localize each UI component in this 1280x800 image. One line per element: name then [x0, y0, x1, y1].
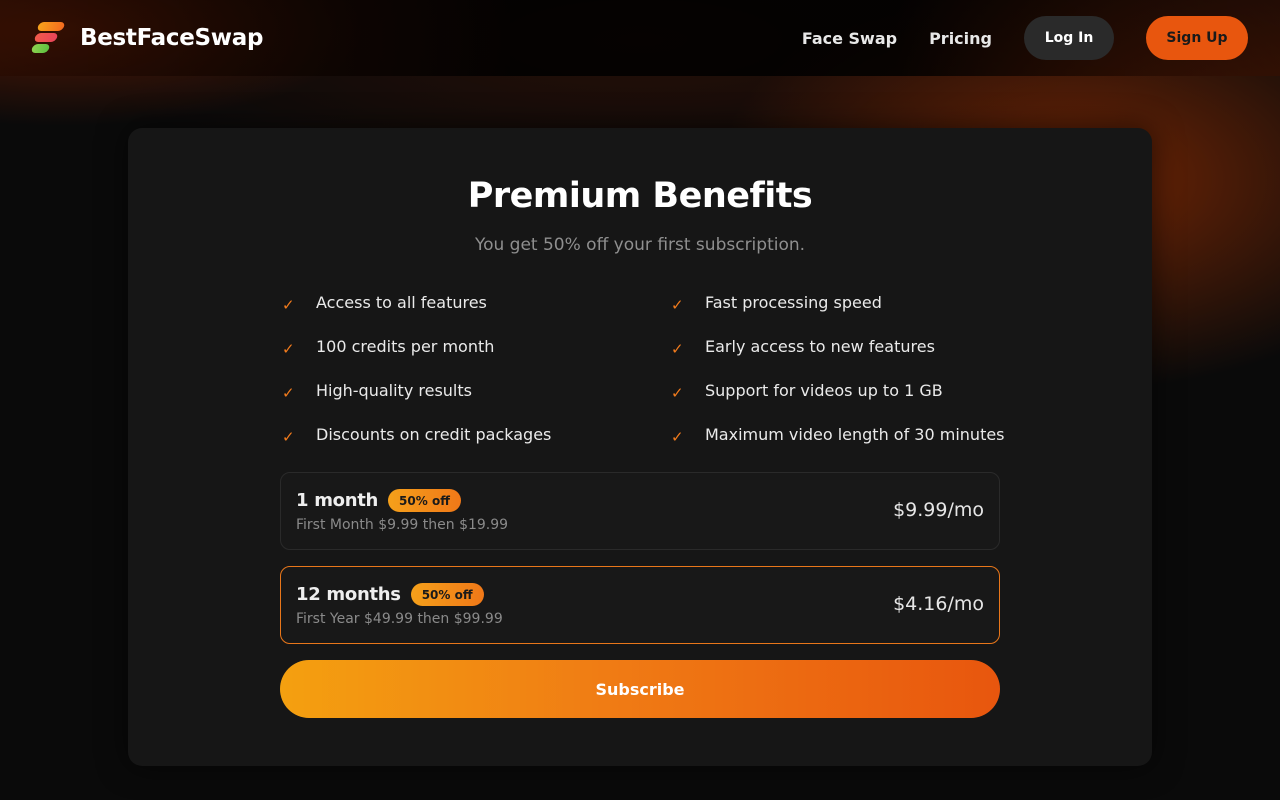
- benefit-item: ✓ Access to all features: [280, 280, 669, 324]
- benefit-text: 100 credits per month: [316, 336, 495, 356]
- plan-price: $9.99/mo: [893, 499, 984, 521]
- plan-name: 1 month: [296, 490, 379, 511]
- discount-badge: 50% off: [388, 489, 461, 512]
- plan-name-row: 1 month 50% off: [296, 489, 461, 512]
- plan-price: $4.16/mo: [893, 593, 984, 615]
- plan-option-12-months[interactable]: 12 months 50% off First Year $49.99 then…: [280, 566, 1000, 644]
- benefit-text: Early access to new features: [705, 336, 935, 356]
- check-icon: ✓: [671, 340, 684, 358]
- card-title: Premium Benefits: [467, 176, 813, 216]
- benefit-item: ✓ Discounts on credit packages: [280, 412, 669, 456]
- subscribe-button[interactable]: Subscribe: [280, 660, 1000, 718]
- nav-link-face-swap[interactable]: Face Swap: [802, 29, 897, 48]
- benefit-item: ✓ Support for videos up to 1 GB: [669, 368, 1020, 412]
- check-icon: ✓: [282, 296, 295, 314]
- benefit-text: High-quality results: [316, 380, 472, 400]
- premium-benefits-card: Premium Benefits You get 50% off your fi…: [128, 128, 1152, 766]
- check-icon: ✓: [671, 384, 684, 402]
- check-icon: ✓: [282, 428, 295, 446]
- benefit-text: Discounts on credit packages: [316, 424, 552, 444]
- login-button[interactable]: Log In: [1024, 16, 1114, 60]
- signup-button[interactable]: Sign Up: [1146, 16, 1248, 60]
- brand-name: BestFaceSwap: [80, 25, 264, 51]
- benefit-item: ✓ Fast processing speed: [669, 280, 1020, 324]
- brand[interactable]: BestFaceSwap: [30, 21, 264, 55]
- benefit-text: Support for videos up to 1 GB: [705, 380, 943, 400]
- brand-logo-icon: [30, 21, 66, 55]
- discount-badge: 50% off: [410, 583, 484, 606]
- benefit-item: ✓ Early access to new features: [669, 324, 1020, 368]
- plan-option-1-month[interactable]: 1 month 50% off First Month $9.99 then $…: [280, 472, 1000, 550]
- benefit-text: Fast processing speed: [705, 292, 882, 312]
- check-icon: ✓: [671, 428, 684, 446]
- benefits-list: ✓ Access to all features ✓ Fast processi…: [280, 280, 1020, 456]
- benefit-text: Access to all features: [316, 292, 487, 312]
- plan-description: First Month $9.99 then $19.99: [296, 517, 509, 533]
- benefit-item: ✓ High-quality results: [280, 368, 669, 412]
- plan-description: First Year $49.99 then $99.99: [296, 611, 503, 627]
- benefit-item: ✓ 100 credits per month: [280, 324, 669, 368]
- nav-links: Face Swap Pricing Log In Sign Up: [802, 16, 1248, 60]
- nav-link-pricing[interactable]: Pricing: [929, 29, 992, 48]
- check-icon: ✓: [282, 384, 295, 402]
- plan-name: 12 months: [296, 584, 401, 605]
- plan-name-row: 12 months 50% off: [296, 583, 484, 606]
- check-icon: ✓: [282, 340, 295, 358]
- check-icon: ✓: [671, 296, 684, 314]
- card-subtitle: You get 50% off your first subscription.: [474, 235, 806, 255]
- top-navbar: BestFaceSwap Face Swap Pricing Log In Si…: [0, 0, 1280, 76]
- benefit-item: ✓ Maximum video length of 30 minutes: [669, 412, 1020, 456]
- benefit-text: Maximum video length of 30 minutes: [705, 424, 1005, 444]
